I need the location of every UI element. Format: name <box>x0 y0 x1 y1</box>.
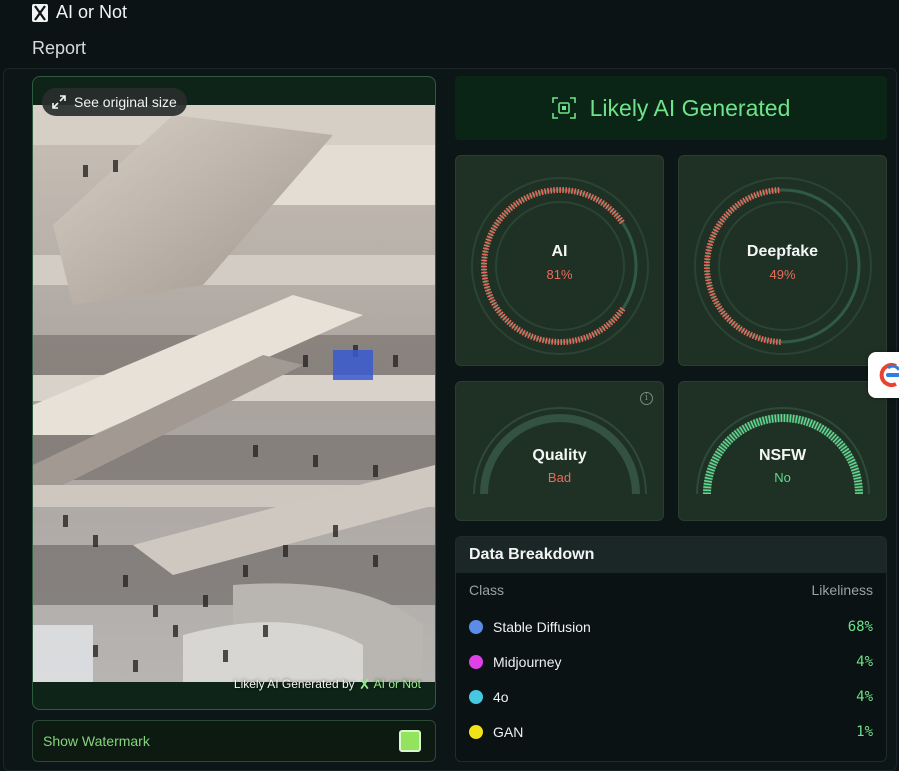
likeliness-column-header: Likeliness <box>811 582 873 598</box>
ai-score-value: 81% <box>546 267 573 282</box>
aiornot-logo-icon <box>32 3 48 22</box>
image-watermark: Likely AI Generated by AI or Not <box>234 677 421 691</box>
class-likeliness: 4% <box>856 654 873 670</box>
deepfake-gauge <box>694 177 872 355</box>
ai-gauge-outer-ring <box>471 177 649 355</box>
class-likeliness: 68% <box>847 619 873 635</box>
deepfake-gauge-inner-ring <box>718 201 848 331</box>
quality-score-card: i Quality Bad <box>455 381 664 521</box>
show-watermark-checkbox[interactable] <box>399 730 421 752</box>
ai-gauge <box>471 177 649 355</box>
brand[interactable]: AI or Not <box>32 2 127 23</box>
watermark-prefix: Likely AI Generated by <box>233 677 355 691</box>
breakdown-row: 4o 4% <box>469 687 873 707</box>
ai-chip-icon <box>551 97 576 119</box>
class-name: Stable Diffusion <box>493 619 591 635</box>
show-watermark-toggle[interactable]: Show Watermark <box>32 720 436 762</box>
class-color-dot <box>469 620 483 634</box>
class-column-header: Class <box>469 582 505 598</box>
breakdown-row: Midjourney 4% <box>469 652 873 672</box>
class-name: Midjourney <box>493 654 562 670</box>
ai-gauge-inner-ring <box>495 201 625 331</box>
class-color-dot <box>469 690 483 704</box>
class-color-dot <box>469 655 483 669</box>
class-name: 4o <box>493 689 509 705</box>
class-likeliness: 4% <box>856 689 873 705</box>
nsfw-score-label: NSFW <box>758 447 807 464</box>
expand-icon <box>52 95 66 109</box>
class-color-dot <box>469 725 483 739</box>
extension-icon <box>879 363 899 387</box>
breakdown-header-row: Class Likeliness <box>456 582 886 598</box>
ai-score-label: AI <box>551 243 568 260</box>
nsfw-score-value: No <box>774 470 791 485</box>
verdict-text: Likely AI Generated <box>589 94 791 121</box>
breakdown-row: Stable Diffusion 68% <box>469 617 873 637</box>
nsfw-score-card: NSFW No <box>678 381 887 521</box>
info-icon[interactable]: i <box>640 392 653 405</box>
deepfake-score-value: 49% <box>769 267 796 282</box>
deepfake-gauge-outer-ring <box>694 177 872 355</box>
quality-score-label: Quality <box>532 447 587 464</box>
class-name: GAN <box>493 724 524 740</box>
see-original-label: See original size <box>74 94 177 110</box>
breakdown-title: Data Breakdown <box>456 537 886 573</box>
breakdown-row: GAN 1% <box>469 722 873 742</box>
brand-name: AI or Not <box>56 2 128 22</box>
image-preview-card: See original size Likely AI Generated by… <box>32 76 436 710</box>
verdict-banner: Likely AI Generated <box>455 76 887 140</box>
aiornot-logo-icon <box>360 678 369 690</box>
deepfake-score-card: Deepfake 49% <box>678 155 887 366</box>
ai-score-card: AI 81% <box>455 155 664 366</box>
class-likeliness: 1% <box>856 724 873 740</box>
watermark-brand: AI or Not <box>373 677 421 691</box>
quality-score-value: Bad <box>547 470 572 485</box>
see-original-size-button[interactable]: See original size <box>42 88 187 116</box>
deepfake-score-label: Deepfake <box>746 243 819 260</box>
uploaded-image <box>33 105 435 682</box>
extension-button[interactable] <box>868 352 899 398</box>
data-breakdown-panel: Data Breakdown Class Likeliness Stable D… <box>455 536 887 762</box>
show-watermark-label: Show Watermark <box>43 733 150 749</box>
page-title: Report <box>32 38 87 58</box>
